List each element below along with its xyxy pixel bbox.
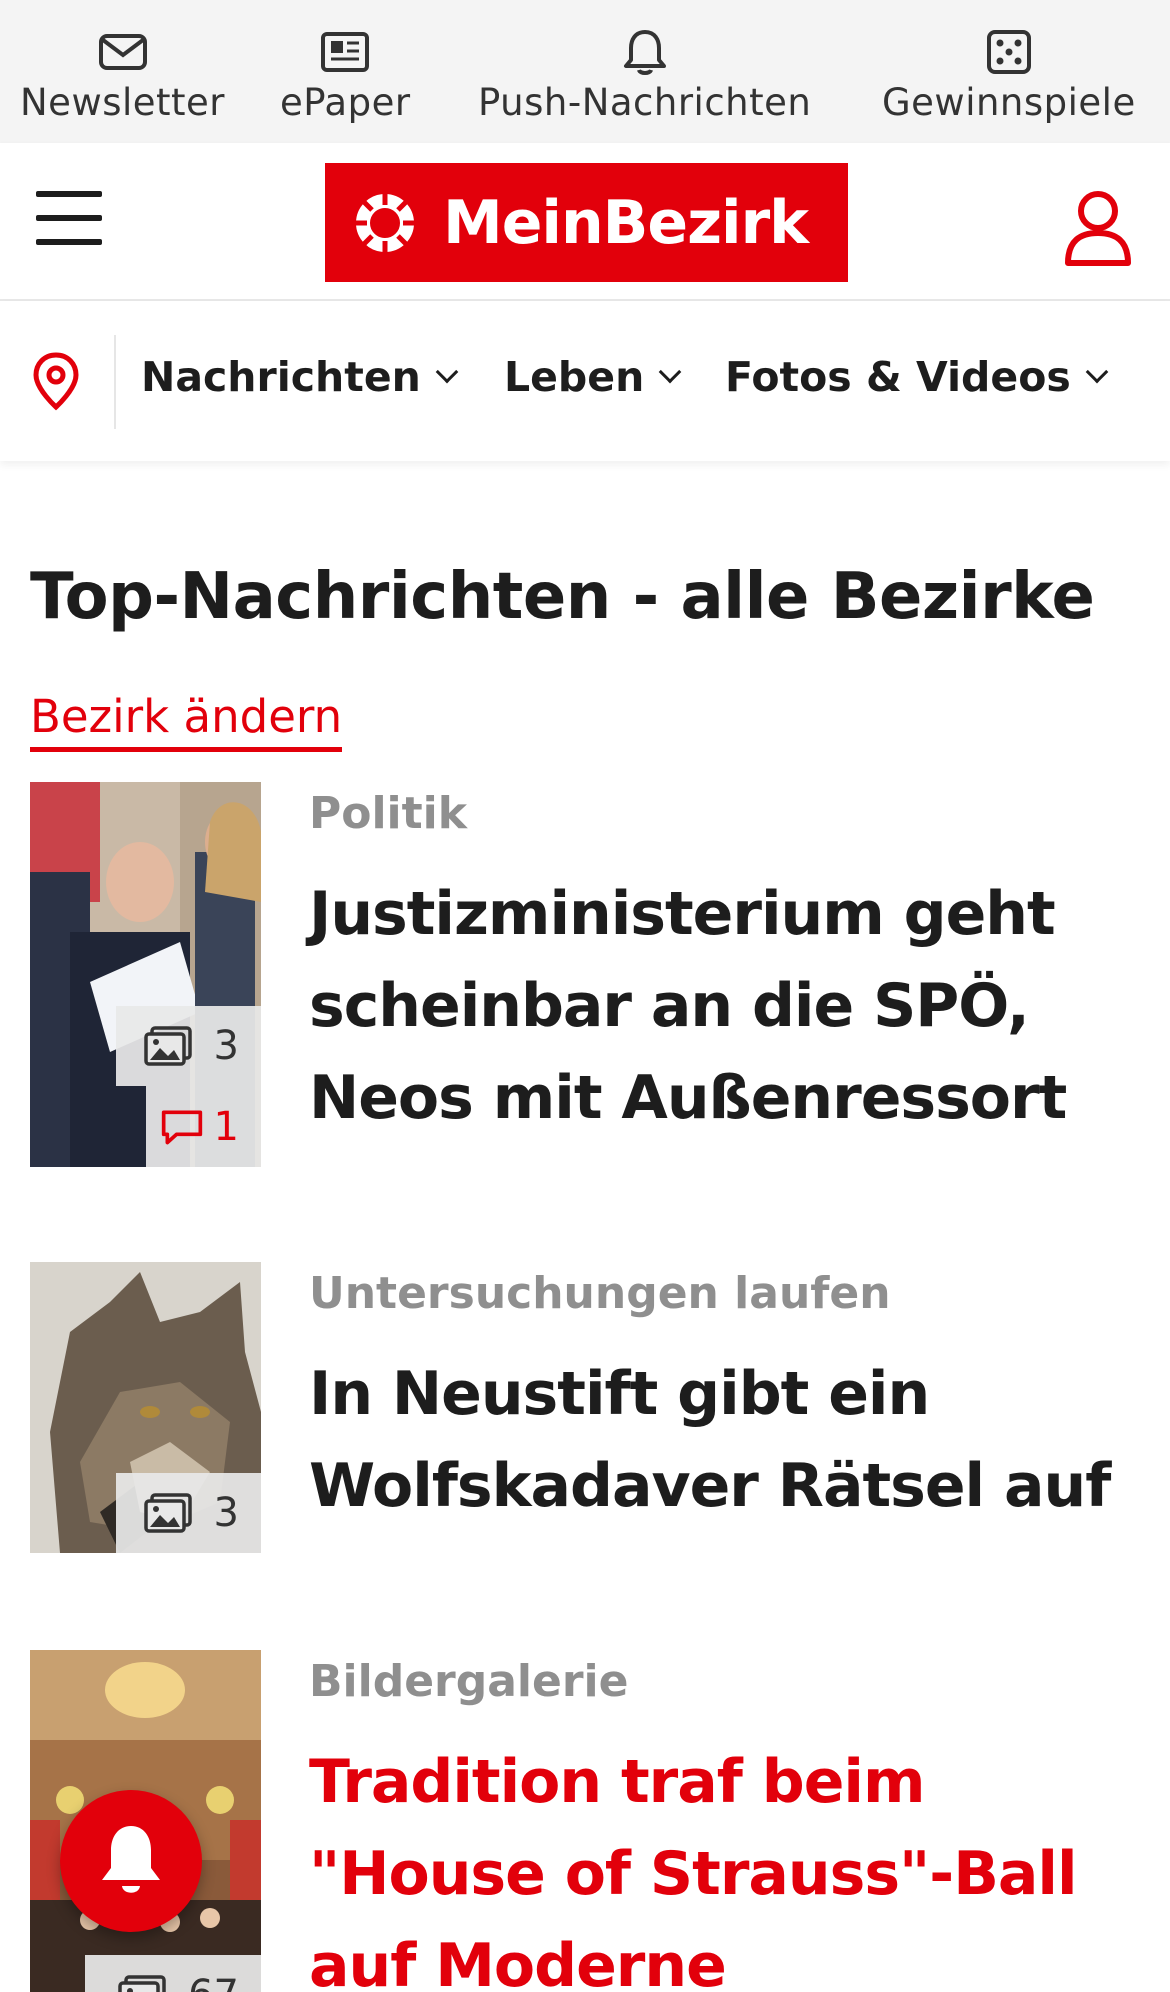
site-header: MeinBezirk	[0, 143, 1170, 301]
bell-icon	[102, 1826, 160, 1893]
comment-count-badge[interactable]: 1	[146, 1086, 261, 1167]
dice-icon	[986, 30, 1031, 74]
nav-item-fotos-videos[interactable]: Fotos & Videos	[725, 353, 1109, 401]
epaper-label: ePaper	[280, 81, 411, 124]
article-kicker: Politik	[309, 788, 468, 839]
image-count: 3	[213, 1490, 239, 1536]
image-count-badge: 67	[85, 1955, 261, 1992]
newsletter-label: Newsletter	[20, 81, 226, 124]
image-count: 3	[213, 1023, 239, 1069]
article-card[interactable]: 67 Bildergalerie Tradition traf beim "Ho…	[30, 1650, 1140, 1992]
article-card[interactable]: 3 1 Politik Justizministerium geht schei…	[30, 782, 1140, 1167]
nav-item-leben[interactable]: Leben	[504, 353, 682, 401]
category-nav: Nachrichten Leben Fotos & Videos	[0, 301, 1170, 461]
article-kicker: Bildergalerie	[309, 1656, 629, 1707]
nav-item-label: Leben	[504, 353, 645, 401]
utility-bar: Newsletter ePaper Push-Nachrichten Gewin…	[0, 0, 1170, 143]
notification-bell-button[interactable]	[60, 1790, 202, 1932]
nav-item-label: Fotos & Videos	[725, 353, 1071, 401]
comment-count: 1	[213, 1103, 239, 1150]
hamburger-menu-icon[interactable]	[36, 191, 102, 247]
image-count-badge: 3	[116, 1006, 261, 1086]
images-icon	[143, 1493, 192, 1533]
user-account-icon[interactable]	[1060, 187, 1136, 267]
nav-item-label: Nachrichten	[141, 353, 421, 401]
newspaper-icon	[321, 32, 370, 72]
images-icon	[118, 1975, 166, 1992]
logo-text: MeinBezirk	[443, 187, 809, 258]
article-headline[interactable]: Tradition traf beim "House of Strauss"-B…	[309, 1736, 1159, 1992]
article-thumbnail[interactable]: 3 1	[30, 782, 261, 1167]
chevron-down-icon	[658, 360, 682, 384]
images-icon	[143, 1026, 192, 1066]
bell-icon	[623, 30, 666, 75]
change-district-link[interactable]: Bezirk ändern	[30, 690, 343, 752]
nav-divider	[114, 335, 116, 429]
chevron-down-icon	[435, 360, 459, 384]
contests-label: Gewinnspiele	[882, 81, 1136, 124]
meinbezirk-logo[interactable]: MeinBezirk	[325, 163, 848, 282]
logo-sun-icon	[355, 192, 415, 253]
article-thumbnail[interactable]: 3	[30, 1262, 261, 1553]
article-kicker: Untersuchungen laufen	[309, 1268, 891, 1319]
location-pin-icon[interactable]	[28, 351, 84, 411]
push-notifications-link[interactable]: Push-Nachrichten	[478, 26, 811, 124]
epaper-link[interactable]: ePaper	[280, 26, 411, 124]
comment-icon	[161, 1110, 202, 1144]
nav-item-nachrichten[interactable]: Nachrichten	[141, 353, 459, 401]
contests-link[interactable]: Gewinnspiele	[882, 26, 1136, 124]
article-card[interactable]: 3 Untersuchungen laufen In Neustift gibt…	[30, 1262, 1140, 1553]
page-title: Top-Nachrichten - alle Bezirke	[30, 560, 1095, 634]
push-notifications-label: Push-Nachrichten	[478, 81, 812, 124]
image-count: 67	[188, 1972, 239, 1992]
chevron-down-icon	[1085, 360, 1109, 384]
envelope-icon	[98, 34, 147, 70]
image-count-badge: 3	[116, 1473, 261, 1553]
article-headline[interactable]: In Neustift gibt ein Wolfskadaver Rätsel…	[309, 1348, 1159, 1532]
newsletter-link[interactable]: Newsletter	[20, 26, 225, 124]
article-headline[interactable]: Justizministerium geht scheinbar an die …	[309, 868, 1159, 1144]
